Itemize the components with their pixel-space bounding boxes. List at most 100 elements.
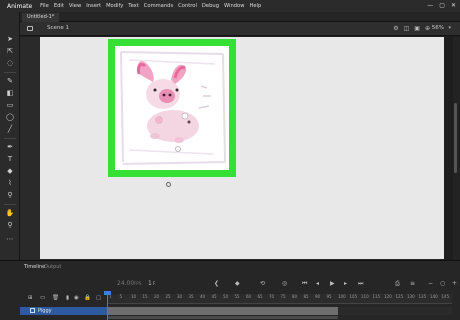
layer-name[interactable]: Piggy	[38, 307, 52, 315]
ruler-number: 50	[223, 294, 229, 299]
ruler-number: 135	[418, 294, 427, 299]
piggy-illustration	[120, 51, 226, 165]
rectangle-tool-icon[interactable]: ▭	[5, 100, 15, 110]
paint-bucket-tool-icon[interactable]: ◆	[5, 166, 15, 176]
transform-point[interactable]	[166, 182, 171, 187]
brush-tool-icon[interactable]: ✎	[5, 76, 15, 86]
ruler-number: 120	[384, 294, 392, 299]
eyedropper-tool-icon[interactable]: ⌇	[5, 178, 15, 188]
layer-type-icon	[30, 308, 35, 313]
zoom-level[interactable]: 56%	[432, 25, 444, 31]
document-tab[interactable]: Untitled-1*	[22, 13, 60, 22]
output-tab[interactable]: Output	[44, 264, 61, 270]
stage[interactable]	[40, 37, 444, 259]
ruler-number: 45	[211, 294, 217, 299]
frame-span[interactable]	[108, 307, 338, 315]
app-logo	[2, 1, 4, 11]
layer-depth-icon[interactable]: ≡	[410, 278, 415, 290]
text-tool-icon[interactable]: T	[5, 154, 15, 164]
scene-name[interactable]: Scene 1	[47, 25, 69, 31]
frame-number[interactable]: 1	[148, 278, 152, 290]
ruler-number: 70	[269, 294, 275, 299]
minimize-button[interactable]: —	[427, 2, 433, 9]
delete-layer-icon[interactable]: 🗑	[52, 295, 59, 301]
menu-modify[interactable]: Modify	[106, 3, 123, 9]
layer-row-piggy[interactable]: Piggy	[20, 307, 107, 315]
ruler-number: 95	[326, 294, 332, 299]
ruler-number: 60	[246, 294, 252, 299]
frame-ruler[interactable]: 1 5 10 15 20 25 30 35 40 45 50 55 60 65 70 75 80 85 90 95 10…	[108, 294, 452, 304]
maximize-button[interactable]: ▢	[439, 2, 445, 9]
fps-value[interactable]: 24.00	[117, 278, 134, 290]
playhead[interactable]	[107, 293, 108, 320]
ruler-number: 20	[154, 294, 160, 299]
lasso-tool-icon[interactable]: ◌	[5, 58, 15, 68]
ruler-number: 110	[361, 294, 369, 299]
vertical-scrollbar[interactable]	[453, 37, 460, 260]
zoom-slider-icon[interactable]: ○	[440, 278, 445, 290]
menu-debug[interactable]: Debug	[202, 3, 219, 9]
timeline-scrollbar[interactable]	[108, 316, 338, 319]
menu-help[interactable]: Help	[249, 3, 261, 9]
ruler-number: 30	[177, 294, 183, 299]
next-frame-icon[interactable]: ▸	[344, 278, 347, 290]
line-tool-icon[interactable]: ╱	[5, 124, 15, 134]
menu-bar: Animate File Edit View Insert Modify Tex…	[0, 0, 460, 12]
zoom-in-icon[interactable]: +	[452, 278, 457, 290]
ruler-number: 65	[257, 294, 263, 299]
insert-keyframe-icon[interactable]: ◆	[235, 278, 240, 290]
show-hide-icon[interactable]: ◉	[74, 295, 79, 301]
scene-icon[interactable]	[27, 26, 33, 31]
edit-scene-icon[interactable]: ◫	[404, 25, 410, 32]
ruler-number: 80	[292, 294, 298, 299]
onion-skin-icon[interactable]: ❮	[214, 278, 219, 290]
new-layer-icon[interactable]: ⊞	[28, 295, 33, 301]
piggy-bitmap[interactable]	[115, 46, 229, 170]
ruler-number: 140	[430, 294, 438, 299]
menu-view[interactable]: View	[69, 3, 81, 9]
ruler-number: 10	[131, 294, 137, 299]
tools-panel: ➤ ⇱ ◌ ✎ ◧ ▭ ◯ ╱ ✒ T ◆ ⌇ ⚲ ✋ ⚲ ⋯	[0, 12, 20, 281]
hand-tool-icon[interactable]: ✋	[5, 208, 15, 218]
frame-unit: F	[153, 281, 156, 286]
highlight-layers-icon[interactable]: ▮	[66, 295, 69, 301]
scrollbar-thumb[interactable]	[454, 103, 457, 173]
menu-commands[interactable]: Commands	[144, 3, 173, 9]
chevron-down-icon[interactable]: ▾	[448, 25, 451, 31]
lock-icon[interactable]: 🔒	[84, 295, 91, 301]
empty-frames[interactable]	[338, 307, 452, 315]
timeline-tab[interactable]: Timeline	[24, 264, 45, 270]
outline-icon[interactable]: ▢	[96, 295, 101, 301]
subselection-tool-icon[interactable]: ⇱	[5, 46, 15, 56]
menu-text[interactable]: Text	[128, 3, 139, 9]
play-icon[interactable]: ▶	[330, 278, 335, 290]
step-back-icon[interactable]: ⏮	[302, 278, 307, 290]
menu-control[interactable]: Control	[178, 3, 197, 9]
prev-frame-icon[interactable]: ◂	[316, 278, 319, 290]
window-controls: — ▢ ✕	[427, 2, 456, 9]
pen-tool-icon[interactable]: ✒	[5, 142, 15, 152]
menu-insert[interactable]: Insert	[86, 3, 101, 9]
menu-edit[interactable]: Edit	[54, 3, 64, 9]
step-forward-icon[interactable]: ⏭	[358, 278, 363, 290]
bone-tool-icon[interactable]: ⚲	[5, 190, 15, 200]
edit-symbols-icon[interactable]: ⚙	[393, 25, 398, 32]
menu-window[interactable]: Window	[224, 3, 244, 9]
close-button[interactable]: ✕	[451, 2, 456, 9]
oval-tool-icon[interactable]: ◯	[5, 112, 15, 122]
ruler-number: 125	[395, 294, 404, 299]
zoom-tool-icon[interactable]: ⚲	[5, 220, 15, 230]
clip-content-icon[interactable]: ▣	[414, 25, 420, 32]
new-folder-icon[interactable]: ▭	[40, 295, 45, 301]
selection-tool-icon[interactable]: ➤	[5, 34, 15, 44]
eraser-tool-icon[interactable]: ◧	[5, 88, 15, 98]
menu-file[interactable]: File	[40, 3, 49, 9]
timeline-controls: 24.00 FPS 1 F ❮ ◆ ⟲ ◎ ⏮ ◂ ▶ ▸ ⏭ ⎙ ≡ − ○ …	[20, 278, 460, 290]
ruler-number: 75	[280, 294, 286, 299]
onion-skin-outline-icon[interactable]: ◎	[282, 278, 287, 290]
more-tools-icon[interactable]: ⋯	[5, 234, 15, 244]
loop-icon[interactable]: ⟲	[260, 278, 265, 290]
camera-icon[interactable]: ⎙	[395, 278, 400, 290]
center-stage-icon[interactable]: ⊕	[425, 25, 430, 32]
zoom-out-icon[interactable]: −	[428, 278, 433, 290]
